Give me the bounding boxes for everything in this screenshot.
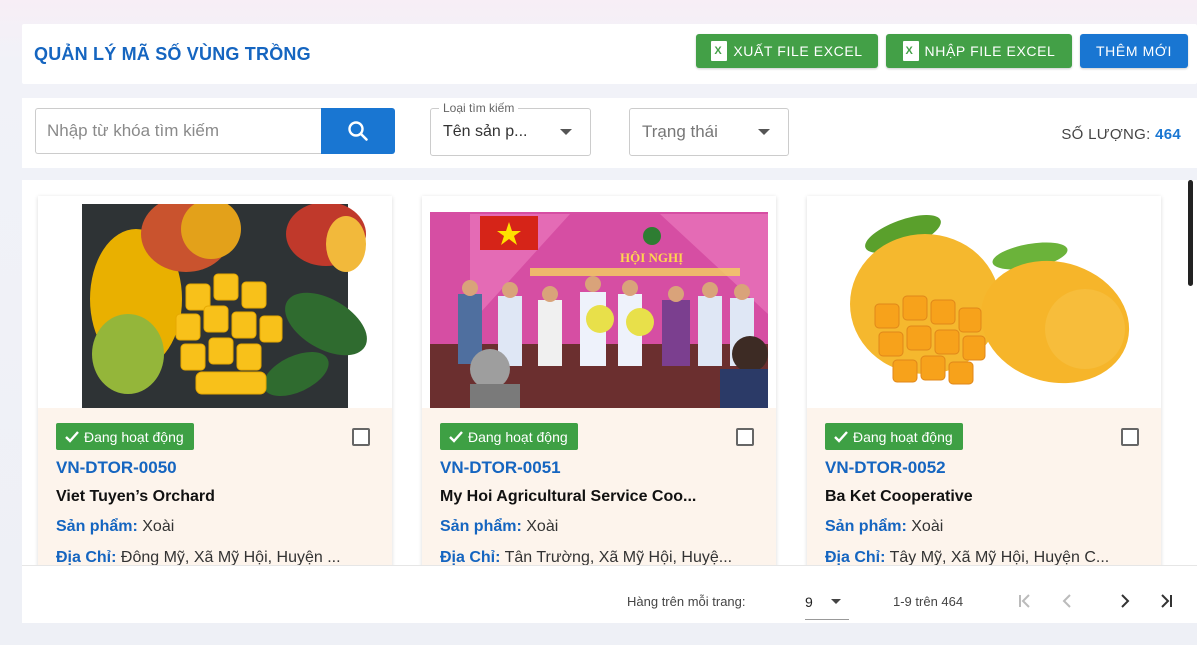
prev-page-icon: [1062, 594, 1071, 608]
rows-per-page-value: 9: [805, 594, 813, 610]
status-badge: Đang hoạt động: [56, 423, 194, 450]
add-new-label: THÊM MỚI: [1096, 43, 1172, 59]
check-icon: [65, 430, 79, 443]
card-code[interactable]: VN-DTOR-0050: [56, 458, 177, 478]
card[interactable]: Đang hoạt động VN-DTOR-0050 Viet Tuyen’s…: [38, 196, 392, 565]
export-excel-button[interactable]: X XUẤT FILE EXCEL: [696, 34, 878, 68]
search-input[interactable]: [47, 121, 317, 141]
status-select[interactable]: Trạng thái: [629, 108, 789, 156]
add-new-button[interactable]: THÊM MỚI: [1080, 34, 1188, 68]
card-grid: Đang hoạt động VN-DTOR-0050 Viet Tuyen’s…: [22, 180, 1197, 565]
next-page-icon: [1121, 594, 1130, 608]
last-page-icon: [1161, 594, 1172, 608]
card-address: Địa Chỉ: Tân Trường, Xã Mỹ Hội, Huyệ...: [440, 549, 733, 565]
conference-photo-image: HỘI NGHỊ: [430, 204, 768, 410]
card-checkbox[interactable]: [352, 428, 370, 446]
search-box: [35, 108, 322, 154]
search-type-select[interactable]: Loại tìm kiếm Tên sản p...: [430, 101, 591, 156]
card-image: [815, 204, 1153, 410]
card-body: Đang hoạt động VN-DTOR-0052 Ba Ket Coope…: [807, 408, 1161, 565]
card-product: Sản phẩm: Xoài: [825, 518, 944, 535]
search-icon: [348, 121, 368, 141]
first-page-button[interactable]: [1012, 588, 1038, 614]
card-body: Đang hoạt động VN-DTOR-0050 Viet Tuyen’s…: [38, 408, 392, 565]
rows-per-page-label: Hàng trên mỗi trang:: [627, 594, 746, 609]
scrollbar-thumb[interactable]: [1188, 180, 1193, 286]
caret-down-icon: [758, 129, 770, 135]
status-badge: Đang hoạt động: [825, 423, 963, 450]
page-header: QUẢN LÝ MÃ SỐ VÙNG TRỒNG X XUẤT FILE EXC…: [22, 24, 1197, 84]
import-excel-label: NHẬP FILE EXCEL: [924, 43, 1056, 59]
page-range: 1-9 trên 464: [893, 594, 964, 609]
mango-cut-image: [46, 204, 384, 410]
count-value: 464: [1155, 126, 1181, 143]
filter-bar: Loại tìm kiếm Tên sản p... Trạng thái SỐ…: [22, 98, 1197, 168]
page: QUẢN LÝ MÃ SỐ VÙNG TRỒNG X XUẤT FILE EXC…: [0, 0, 1197, 645]
rows-per-page-select[interactable]: 9: [805, 586, 849, 620]
card-name: Viet Tuyen’s Orchard: [56, 488, 215, 505]
search-type-value: Tên sản p...: [443, 123, 528, 140]
card[interactable]: HỘI NGHỊ Đang hoạt động VN-DTOR-0051 My …: [422, 196, 776, 565]
first-page-icon: [1019, 594, 1030, 608]
card-address: Địa Chỉ: Đông Mỹ, Xã Mỹ Hội, Huyện ...: [56, 549, 341, 565]
search-button[interactable]: [321, 108, 395, 154]
prev-page-button[interactable]: [1054, 588, 1080, 614]
next-page-button[interactable]: [1112, 588, 1138, 614]
caret-down-icon: [560, 129, 572, 135]
card-checkbox[interactable]: [1121, 428, 1139, 446]
card[interactable]: Đang hoạt động VN-DTOR-0052 Ba Ket Coope…: [807, 196, 1161, 565]
card-address: Địa Chỉ: Tây Mỹ, Xã Mỹ Hội, Huyện C...: [825, 549, 1110, 565]
export-excel-label: XUẤT FILE EXCEL: [733, 43, 863, 59]
import-excel-button[interactable]: X NHẬP FILE EXCEL: [886, 34, 1072, 68]
card-product: Sản phẩm: Xoài: [440, 518, 559, 535]
mango-whole-image: [815, 204, 1153, 410]
card-code[interactable]: VN-DTOR-0052: [825, 458, 946, 478]
card-product: Sản phẩm: Xoài: [56, 518, 175, 535]
search-type-label: Loại tìm kiếm: [439, 101, 519, 115]
card-name: Ba Ket Cooperative: [825, 488, 973, 505]
check-icon: [449, 430, 463, 443]
card-image: HỘI NGHỊ: [430, 204, 768, 410]
status-placeholder: Trạng thái: [642, 122, 718, 141]
count-label: SỐ LƯỢNG:: [1061, 126, 1151, 143]
file-excel-icon: X: [902, 41, 919, 61]
card-image: [46, 204, 384, 410]
card-code[interactable]: VN-DTOR-0051: [440, 458, 561, 478]
status-badge: Đang hoạt động: [440, 423, 578, 450]
caret-down-icon: [831, 599, 841, 604]
file-excel-icon: X: [711, 41, 728, 61]
card-name: My Hoi Agricultural Service Coo...: [440, 488, 697, 505]
card-body: Đang hoạt động VN-DTOR-0051 My Hoi Agric…: [422, 408, 776, 565]
record-count: SỐ LƯỢNG: 464: [1061, 126, 1181, 143]
last-page-button[interactable]: [1153, 588, 1179, 614]
card-checkbox[interactable]: [736, 428, 754, 446]
page-title: QUẢN LÝ MÃ SỐ VÙNG TRỒNG: [34, 44, 311, 64]
check-icon: [834, 430, 848, 443]
banner-title: HỘI NGHỊ: [620, 250, 683, 265]
pagination-bar: Hàng trên mỗi trang: 9 1-9 trên 464: [22, 565, 1197, 623]
